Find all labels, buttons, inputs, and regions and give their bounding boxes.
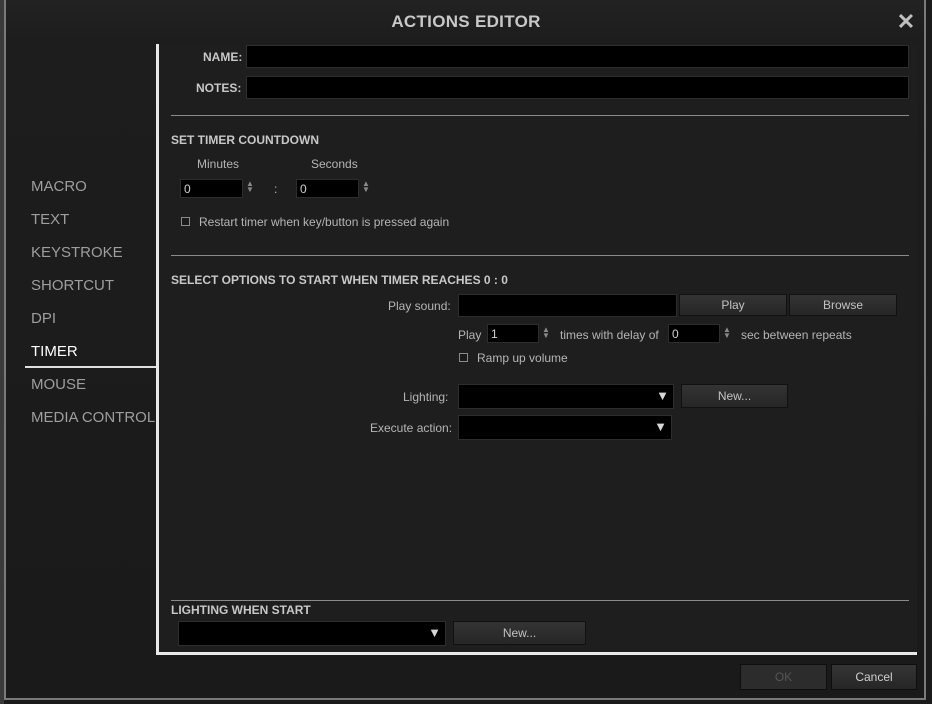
window-title: ACTIONS EDITOR: [391, 12, 541, 31]
cancel-button[interactable]: Cancel: [831, 664, 917, 690]
time-separator: :: [274, 182, 278, 196]
sidebar-item-dpi[interactable]: DPI: [25, 302, 160, 335]
restart-timer-label: Restart timer when key/button is pressed…: [199, 215, 450, 229]
lighting-label: Lighting:: [403, 390, 449, 404]
times-delay-label: times with delay of: [560, 328, 659, 342]
sidebar-item-shortcut[interactable]: SHORTCUT: [25, 269, 160, 302]
close-icon[interactable]: ✕: [896, 11, 916, 33]
dropdown-arrow-icon: ▼: [656, 388, 669, 403]
seconds-spinner-icon[interactable]: ▲ ▼: [362, 180, 370, 194]
sidebar-item-timer[interactable]: TIMER: [25, 335, 160, 368]
options-heading: SELECT OPTIONS TO START WHEN TIMER REACH…: [171, 273, 508, 287]
lighting-start-heading: LIGHTING WHEN START: [171, 603, 311, 617]
lighting-start-new-button[interactable]: New...: [453, 621, 586, 645]
name-label: NAME:: [203, 50, 243, 64]
notes-label: NOTES:: [196, 81, 242, 95]
play-button[interactable]: Play: [679, 294, 787, 316]
countdown-heading: SET TIMER COUNTDOWN: [171, 133, 319, 147]
sidebar-item-mouse[interactable]: MOUSE: [25, 368, 160, 401]
divider: [171, 255, 909, 256]
restart-timer-checkbox[interactable]: [181, 217, 190, 226]
seconds-input[interactable]: [296, 179, 359, 198]
lighting-new-button[interactable]: New...: [681, 384, 788, 408]
play-sound-label: Play sound:: [388, 299, 451, 313]
sec-between-label: sec between repeats: [741, 328, 852, 342]
execute-action-label: Execute action:: [370, 421, 453, 435]
sidebar-item-media-control[interactable]: MEDIA CONTROL: [25, 401, 160, 434]
browse-button[interactable]: Browse: [789, 294, 897, 316]
lighting-start-dropdown[interactable]: ▼: [178, 621, 446, 646]
play-sound-field[interactable]: [458, 294, 677, 317]
minutes-label: Minutes: [197, 157, 240, 171]
delay-input[interactable]: [668, 324, 720, 343]
sidebar-item-keystroke[interactable]: KEYSTROKE: [25, 236, 160, 269]
divider: [171, 600, 909, 601]
timer-panel: NAME: NOTES: SET TIMER COUNTDOWN Minutes…: [156, 44, 917, 655]
execute-action-dropdown[interactable]: ▼: [458, 415, 672, 440]
dropdown-arrow-icon: ▼: [654, 419, 667, 434]
sidebar: MACRO TEXT KEYSTROKE SHORTCUT DPI TIMER …: [25, 170, 160, 434]
play-prefix-label: Play: [458, 328, 482, 342]
sidebar-item-text[interactable]: TEXT: [25, 203, 160, 236]
repeat-count-input[interactable]: [487, 324, 539, 343]
lighting-dropdown[interactable]: ▼: [458, 384, 674, 409]
delay-spinner-icon[interactable]: ▲ ▼: [723, 326, 731, 340]
ramp-volume-checkbox[interactable]: [459, 353, 468, 362]
name-field[interactable]: [246, 45, 909, 68]
repeat-spinner-icon[interactable]: ▲ ▼: [542, 326, 550, 340]
seconds-label: Seconds: [311, 157, 358, 171]
minutes-input[interactable]: [180, 179, 243, 198]
ramp-volume-label: Ramp up volume: [477, 351, 568, 365]
divider: [171, 115, 909, 116]
ok-button[interactable]: OK: [740, 664, 827, 690]
sidebar-item-macro[interactable]: MACRO: [25, 170, 160, 203]
minutes-spinner-icon[interactable]: ▲ ▼: [246, 180, 254, 194]
dropdown-arrow-icon: ▼: [428, 625, 441, 640]
notes-field[interactable]: [246, 76, 909, 99]
